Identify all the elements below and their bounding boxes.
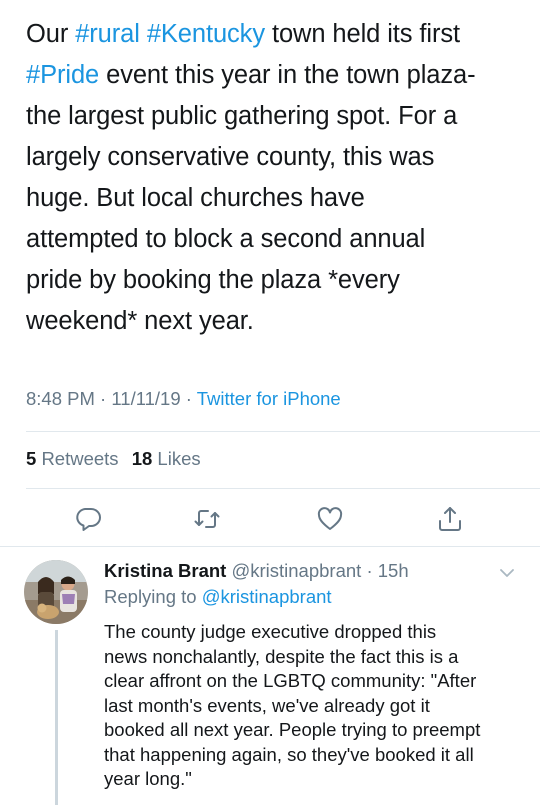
- tweet-text-segment: huge. But local churches have: [26, 184, 365, 212]
- tweet-text-segment: attempted to block a second annual: [26, 225, 426, 253]
- tweet-text-line: the largest public gathering spot. For a: [26, 96, 526, 137]
- like-button[interactable]: [315, 504, 345, 534]
- tweet-text-segment: weekend* next year.: [26, 307, 254, 335]
- reply-text-line: booked all next year. People trying to p…: [104, 719, 481, 740]
- tweet-text-line: huge. But local churches have: [26, 178, 526, 219]
- tweet-text-segment: event this year in the town plaza-: [99, 61, 476, 89]
- tweet-time: 8:48 PM: [26, 388, 95, 409]
- meta-separator: ·: [100, 388, 107, 409]
- reply-text-line: year long.": [104, 768, 192, 789]
- reply-text-line: that happening again, so they've booked …: [104, 743, 474, 765]
- tweet-date: 11/11/19: [111, 388, 181, 409]
- tweet-text-segment: pride by booking the plaza *every: [26, 266, 400, 294]
- hashtag-link[interactable]: #Pride: [26, 61, 99, 89]
- reply-age: 15h: [377, 560, 409, 581]
- chevron-down-icon[interactable]: [498, 564, 516, 582]
- tweet-text-line: pride by booking the plaza *every: [26, 260, 526, 301]
- tweet-text-segment: Our: [26, 20, 76, 48]
- replying-prefix: Replying to: [104, 586, 197, 607]
- heart-icon: [317, 507, 343, 530]
- author-name[interactable]: Kristina Brant: [104, 560, 226, 581]
- thread-line: [55, 630, 58, 805]
- likes-stat[interactable]: 18 Likes: [132, 448, 201, 469]
- tweet-timestamp: 8:48 PM · 11/11/19 · Twitter for iPhone: [26, 388, 341, 410]
- retweets-count: 5: [26, 448, 37, 469]
- tweet-text-segment: the largest public gathering spot. For a: [26, 102, 458, 130]
- reply-header: Kristina Brant @kristinapbrant · 15h: [104, 560, 409, 582]
- reply-text-line: clear affront on the LGBTQ community: "A…: [104, 670, 477, 691]
- tweet-stats: 5 Retweets 18 Likes: [26, 448, 201, 470]
- tweet-text-line: #Pride event this year in the town plaza…: [26, 55, 526, 96]
- tweet-text-line: largely conservative county, this was: [26, 137, 526, 178]
- divider: [26, 431, 540, 432]
- reply-text-line: The county judge executive dropped this: [104, 621, 437, 642]
- hashtag-link[interactable]: #Kentucky: [147, 20, 265, 48]
- avatar-photo: [24, 560, 88, 624]
- reply-icon: [76, 508, 101, 531]
- share-icon: [439, 507, 461, 531]
- avatar[interactable]: [24, 560, 88, 624]
- share-button[interactable]: [435, 504, 465, 534]
- retweet-button[interactable]: [192, 504, 222, 534]
- replying-to: Replying to @kristinapbrant: [104, 586, 332, 608]
- retweets-label: Retweets: [41, 448, 119, 469]
- tweet-text-line: attempted to block a second annual: [26, 219, 526, 260]
- reply-tweet[interactable]: Kristina Brant @kristinapbrant · 15h Rep…: [0, 548, 540, 805]
- tweet-text: Our #rural #Kentucky town held its first…: [26, 14, 526, 342]
- meta-separator: ·: [185, 388, 192, 409]
- replying-handle-link[interactable]: @kristinapbrant: [202, 586, 332, 607]
- likes-label: Likes: [157, 448, 201, 469]
- reply-button[interactable]: [73, 504, 103, 534]
- reply-text: The county judge executive dropped this n…: [104, 620, 524, 792]
- likes-count: 18: [131, 448, 153, 469]
- divider: [26, 488, 540, 489]
- reply-text-line: last month's events, we've already got i…: [104, 694, 430, 716]
- reply-text-line: news nonchalantly, despite the fact this…: [104, 645, 459, 667]
- divider: [0, 546, 540, 547]
- tweet-text-line: Our #rural #Kentucky town held its first: [26, 14, 526, 55]
- tweet-text-segment: [140, 20, 147, 48]
- retweet-icon: [194, 510, 220, 528]
- tweet-source-link[interactable]: Twitter for iPhone: [197, 388, 341, 409]
- header-separator: ·: [366, 560, 373, 581]
- tweet-text-line: weekend* next year.: [26, 301, 526, 342]
- tweet-text-segment: town held its first: [264, 20, 460, 48]
- author-handle[interactable]: @kristinapbrant: [231, 560, 361, 581]
- tweet-text-segment: largely conservative county, this was: [26, 143, 435, 171]
- tweet-actions: [0, 498, 540, 538]
- retweets-stat[interactable]: 5 Retweets: [26, 448, 119, 469]
- hashtag-link[interactable]: #rural: [75, 20, 140, 48]
